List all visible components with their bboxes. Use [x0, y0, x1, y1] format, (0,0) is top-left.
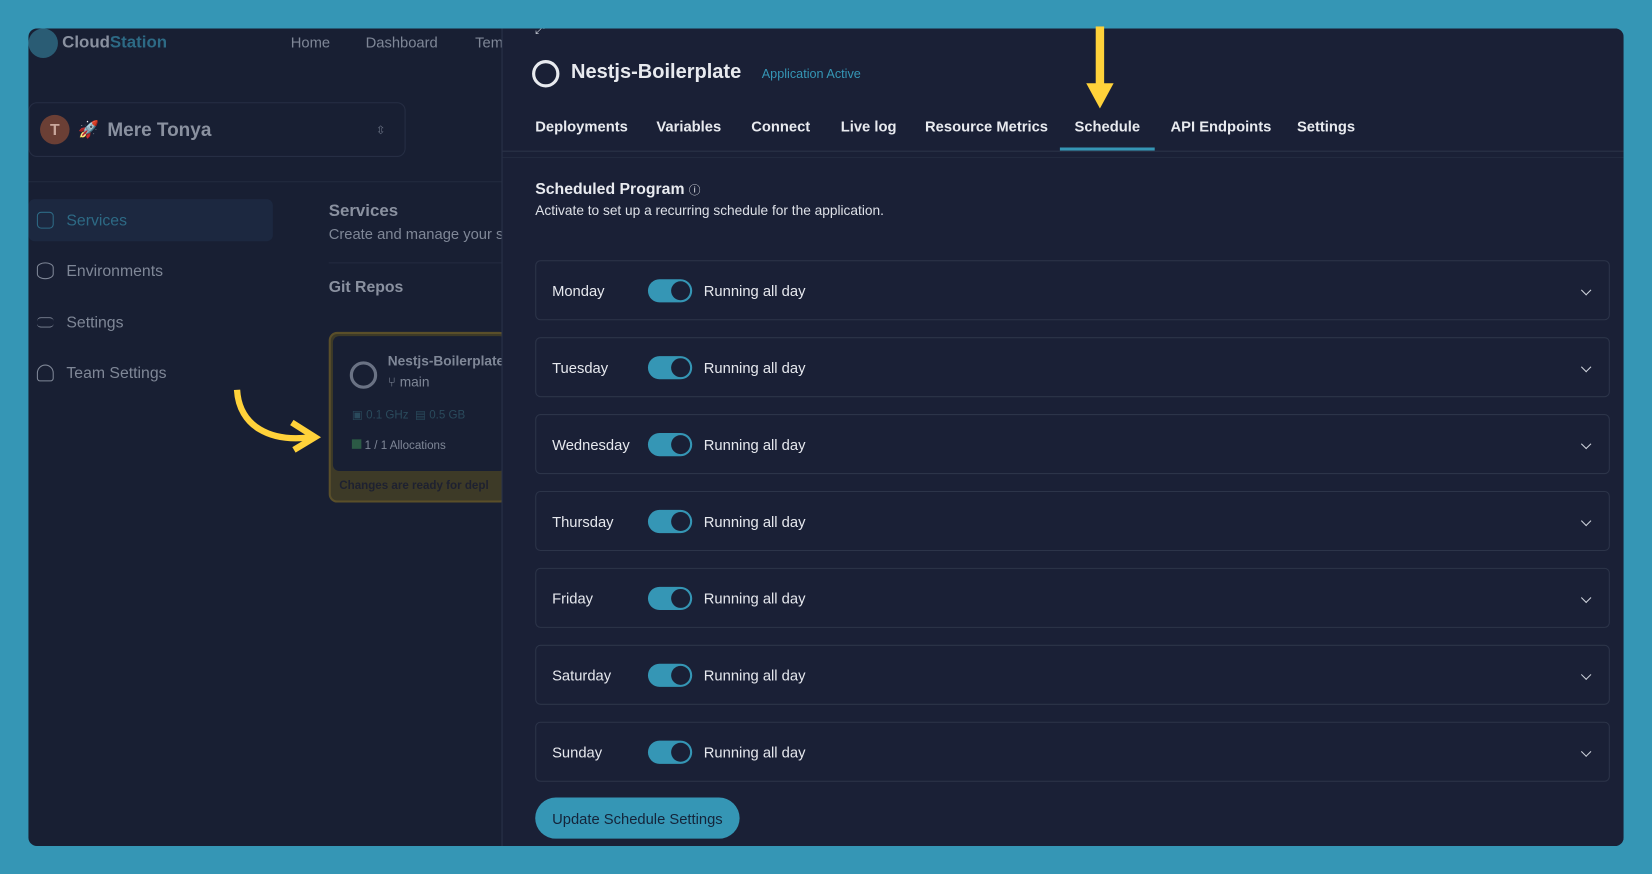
tab-settings[interactable]: Settings	[1297, 118, 1355, 151]
day-label: Friday	[552, 589, 594, 607]
day-toggle[interactable]	[647, 663, 693, 687]
services-icon	[36, 211, 54, 229]
sidebar-item-services[interactable]: Services	[28, 199, 273, 242]
status-badge: Application Active	[761, 66, 861, 82]
service-detail-panel: ⤢ Nestjs-Boilerplate Application Active …	[501, 28, 1624, 847]
toggle-knob	[671, 588, 691, 608]
avatar: T	[40, 114, 70, 145]
schedule-row-sunday[interactable]: Sunday Running all day	[535, 721, 1610, 782]
info-icon[interactable]: ⓘ	[689, 184, 701, 197]
divider	[328, 262, 502, 264]
day-toggle[interactable]	[647, 278, 693, 302]
app-window: Cloud Station Home Dashboard Tem T 🚀 Mere…	[28, 28, 1624, 847]
day-status: Running all day	[703, 435, 806, 453]
chevron-down-icon[interactable]	[1580, 669, 1592, 681]
schedule-row-wednesday[interactable]: Wednesday Running all day	[535, 414, 1610, 475]
schedule-row-thursday[interactable]: Thursday Running all day	[535, 490, 1610, 552]
git-repos-heading: Git Repos	[328, 278, 404, 297]
toggle-knob	[671, 511, 691, 531]
tab-variables[interactable]: Variables	[656, 118, 721, 151]
nav-home[interactable]: Home	[291, 34, 330, 51]
tab-connect[interactable]: Connect	[751, 118, 810, 151]
day-status: Running all day	[703, 281, 806, 299]
sidebar-item-settings[interactable]: Settings	[28, 301, 272, 343]
panel-title: Nestjs-Boilerplate	[571, 61, 742, 84]
team-selector[interactable]: T 🚀 Mere Tonya ⇳	[28, 102, 406, 157]
tab-live-log[interactable]: Live log	[841, 118, 897, 151]
section-subtitle: Activate to set up a recurring schedule …	[535, 202, 884, 219]
rocket-icon: 🚀	[77, 121, 99, 140]
day-status: Running all day	[703, 512, 806, 530]
resources: ▣ 0.1 GHz ▤ 0.5 GB	[351, 408, 466, 422]
day-toggle[interactable]	[647, 586, 693, 610]
toggle-knob	[671, 742, 691, 762]
services-subtitle: Create and manage your s	[328, 225, 504, 243]
cloud-logo-icon	[28, 28, 58, 58]
chevron-down-icon[interactable]	[1580, 361, 1592, 373]
update-schedule-button[interactable]: Update Schedule Settings	[535, 797, 740, 839]
nav-templates[interactable]: Tem	[475, 34, 503, 51]
day-toggle[interactable]	[647, 509, 693, 533]
github-icon	[532, 60, 560, 88]
expand-icon[interactable]: ⤢	[535, 28, 544, 37]
nav-dashboard[interactable]: Dashboard	[366, 34, 438, 51]
sidebar-item-environments[interactable]: Environments	[28, 250, 272, 292]
annotation-curved-arrow-icon	[233, 389, 322, 453]
annotation-down-arrow-icon	[1086, 26, 1114, 109]
toggle-knob	[671, 280, 691, 300]
toggle-knob	[671, 357, 691, 377]
day-toggle[interactable]	[647, 432, 693, 456]
day-label: Tuesday	[552, 358, 609, 376]
logo[interactable]: Cloud Station	[28, 28, 167, 58]
tab-schedule[interactable]: Schedule	[1059, 118, 1155, 151]
status-square-icon	[351, 439, 362, 449]
sliders-icon	[36, 317, 54, 328]
chevron-updown-icon: ⇳	[375, 123, 386, 137]
chevron-down-icon[interactable]	[1580, 592, 1592, 604]
day-status: Running all day	[703, 666, 806, 684]
branch: ⑂ main	[387, 374, 430, 390]
section-title: Scheduled Program ⓘ	[535, 180, 701, 199]
database-icon	[36, 262, 54, 280]
toggle-knob	[671, 434, 691, 454]
day-status: Running all day	[703, 589, 806, 607]
users-icon	[36, 364, 54, 382]
day-status: Running all day	[703, 743, 806, 761]
day-label: Monday	[552, 281, 605, 299]
chevron-down-icon[interactable]	[1580, 515, 1592, 527]
chevron-down-icon[interactable]	[1580, 285, 1592, 296]
day-label: Wednesday	[552, 435, 630, 453]
day-label: Saturday	[552, 666, 612, 684]
schedule-row-saturday[interactable]: Saturday Running all day	[535, 644, 1610, 705]
day-label: Sunday	[552, 743, 603, 761]
repo-card[interactable]: Nestjs-Boilerplate ⑂ main ▣ 0.1 GHz ▤ 0.…	[328, 331, 508, 503]
schedule-row-friday[interactable]: Friday Running all day	[535, 567, 1610, 628]
tab-resource-metrics[interactable]: Resource Metrics	[925, 118, 1048, 151]
day-toggle[interactable]	[647, 355, 693, 379]
toggle-knob	[671, 665, 691, 685]
tab-api-endpoints[interactable]: API Endpoints	[1171, 118, 1272, 151]
chevron-down-icon[interactable]	[1580, 746, 1592, 757]
allocations: 1 / 1 Allocations	[351, 439, 446, 452]
services-title: Services	[328, 202, 399, 221]
divider	[28, 181, 502, 183]
github-icon	[349, 361, 378, 389]
schedule-row-monday[interactable]: Monday Running all day	[535, 260, 1610, 321]
day-status: Running all day	[703, 358, 806, 376]
day-toggle[interactable]	[647, 740, 693, 764]
day-label: Thursday	[552, 512, 614, 530]
schedule-row-tuesday[interactable]: Tuesday Running all day	[535, 337, 1610, 398]
tab-deployments[interactable]: Deployments	[535, 118, 628, 151]
tab-divider	[502, 150, 1624, 152]
divider	[502, 156, 1624, 159]
chevron-down-icon[interactable]	[1580, 438, 1592, 450]
